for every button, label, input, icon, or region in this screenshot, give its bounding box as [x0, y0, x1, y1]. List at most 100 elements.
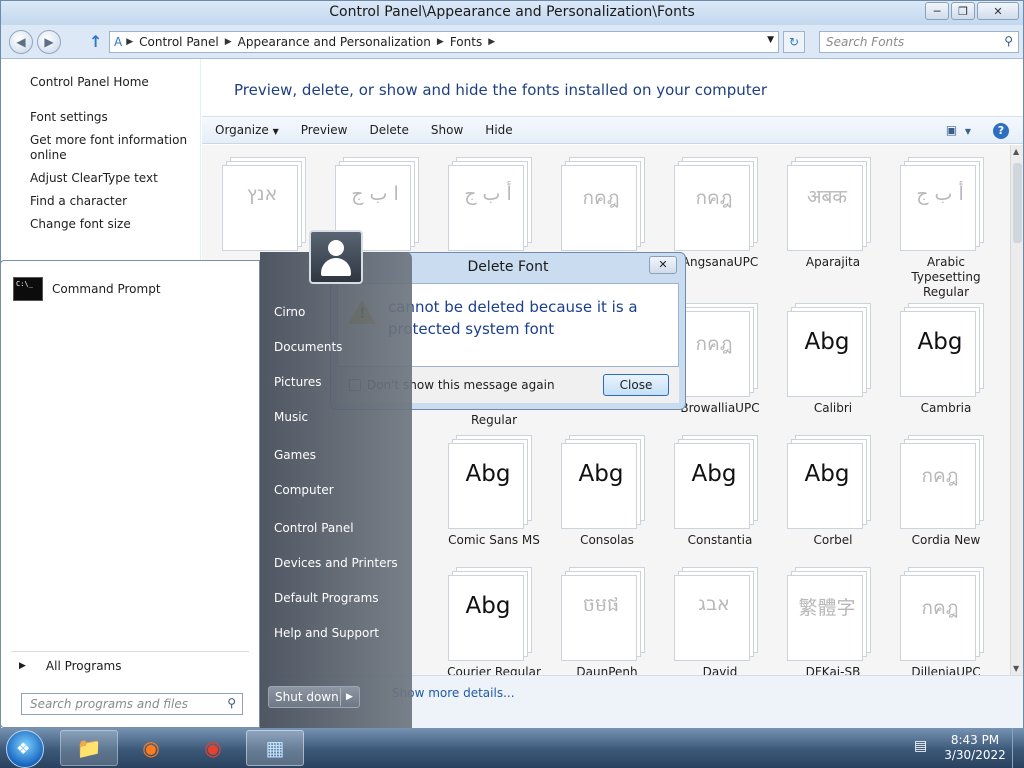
start-item-documents[interactable]: Documents	[274, 340, 342, 354]
breadcrumb[interactable]: A ▶ Control Panel ▶ Appearance and Perso…	[109, 31, 779, 53]
maximize-button[interactable]: ❐	[951, 2, 975, 20]
start-item-pictures[interactable]: Pictures	[274, 375, 322, 389]
font-sample: Abg	[804, 329, 850, 355]
font-tile[interactable]: Abg Calibri	[779, 297, 887, 418]
font-tile[interactable]: أ ب ج	[440, 151, 548, 257]
font-name: Cordia New	[911, 533, 981, 547]
font-file-icon: Abg	[442, 563, 546, 663]
forward-button[interactable]: ▶	[37, 30, 61, 54]
start-item-user[interactable]: Cirno	[274, 305, 305, 319]
up-arrow-icon[interactable]: ↑	[89, 32, 107, 52]
search-icon[interactable]: ⚲	[227, 696, 236, 710]
user-avatar[interactable]	[309, 230, 363, 284]
font-file-icon: Abg	[894, 299, 998, 399]
clock[interactable]: 8:43 PM 3/30/2022	[940, 733, 1010, 763]
font-tile[interactable]: Abg Courier Regular	[440, 561, 548, 675]
control-panel-home-link[interactable]: Control Panel Home	[30, 75, 149, 89]
font-tile[interactable]: Abg Comic Sans MS	[440, 429, 548, 550]
font-file-icon: أ ب ج	[894, 153, 998, 253]
shutdown-options-icon[interactable]: ▶	[340, 688, 358, 706]
font-file-icon: Abg	[555, 431, 659, 531]
font-tile[interactable]: אבג David	[666, 561, 774, 675]
font-tile[interactable]: 繁體字 DFKai-SB Regular	[779, 561, 887, 675]
start-item-default-programs[interactable]: Default Programs	[274, 591, 379, 605]
network-icon[interactable]: ▤	[914, 738, 927, 754]
font-sample: Abg	[465, 593, 511, 619]
view-options-button[interactable]: ▣ ▼	[946, 123, 971, 137]
font-sample: Abg	[804, 461, 850, 487]
windows-logo-icon: ❖	[16, 739, 31, 758]
scroll-down-icon[interactable]: ▼	[1013, 664, 1019, 673]
font-sample: أ ب ج	[916, 183, 964, 205]
scroll-thumb[interactable]	[1013, 163, 1022, 243]
change-font-size-link[interactable]: Change font size	[30, 217, 190, 232]
start-search-input[interactable]: Search programs and files ⚲	[21, 693, 243, 715]
font-tile[interactable]: กคฎ Cordia New	[892, 429, 1000, 550]
chevron-down-icon[interactable]: ▼	[767, 35, 774, 45]
font-sample: กคฎ	[582, 187, 620, 209]
font-file-icon: กคฎ	[555, 153, 659, 253]
font-name: DilleniaUPC	[911, 665, 981, 675]
more-font-info-link[interactable]: Get more font information online	[30, 133, 190, 163]
font-name: Calibri	[813, 401, 853, 415]
taskbar-control-panel[interactable]: ▦	[246, 730, 304, 766]
crumb-control-panel[interactable]: Control Panel	[133, 35, 225, 49]
font-tile[interactable]: Abg Corbel	[779, 429, 887, 550]
font-tile[interactable]: Abg Cambria	[892, 297, 1000, 418]
font-tile[interactable]: Abg Consolas	[553, 429, 661, 550]
font-sample: ا ب ج	[351, 183, 399, 205]
show-desktop-button[interactable]	[1012, 728, 1024, 768]
delete-button[interactable]: Delete	[356, 123, 417, 137]
close-button[interactable]: ✕	[977, 2, 1019, 20]
start-item-games[interactable]: Games	[274, 448, 316, 462]
dialog-close-icon[interactable]: ✕	[649, 256, 677, 274]
font-tile[interactable]: Abg Constantia	[666, 429, 774, 550]
font-settings-link[interactable]: Font settings	[30, 110, 190, 125]
search-input[interactable]: Search Fonts ⚲	[819, 31, 1019, 53]
find-character-link[interactable]: Find a character	[30, 194, 190, 209]
font-name: Comic Sans MS	[448, 533, 540, 547]
all-programs-label: All Programs	[45, 659, 122, 673]
font-tile[interactable]: กคฎ	[553, 151, 661, 257]
font-tile[interactable]: אנץ	[214, 151, 322, 257]
font-name: Cambria	[920, 401, 972, 415]
clock-date: 3/30/2022	[944, 748, 1006, 762]
preview-button[interactable]: Preview	[288, 123, 357, 137]
start-item-computer[interactable]: Computer	[274, 483, 334, 497]
search-icon[interactable]: ⚲	[1004, 34, 1013, 48]
hide-button[interactable]: Hide	[472, 123, 521, 137]
crumb-fonts[interactable]: Fonts	[444, 35, 488, 49]
taskbar-explorer[interactable]: 📁	[60, 730, 118, 766]
start-item-control-panel[interactable]: Control Panel	[274, 521, 354, 535]
chevron-right-icon: ▶	[488, 37, 496, 47]
dialog-close-button[interactable]: Close	[603, 374, 669, 396]
font-tile[interactable]: ចមផ DaunPenh	[553, 561, 661, 675]
cleartype-link[interactable]: Adjust ClearType text	[30, 171, 190, 186]
back-button[interactable]: ◀	[9, 30, 33, 54]
organize-button[interactable]: Organize ▼	[202, 123, 288, 137]
show-button[interactable]: Show	[418, 123, 472, 137]
font-tile[interactable]: กคฎ DilleniaUPC	[892, 561, 1000, 675]
title-bar[interactable]: Control Panel\Appearance and Personaliza…	[1, 1, 1023, 25]
vertical-scrollbar[interactable]: ▲ ▼	[1010, 145, 1023, 675]
font-name: Corbel	[813, 533, 853, 547]
start-item-devices[interactable]: Devices and Printers	[274, 556, 398, 570]
taskbar-chrome[interactable]: ◉	[184, 730, 242, 766]
forward-arrow-icon: ▶	[44, 35, 54, 49]
command-prompt-item[interactable]: C:\_ Command Prompt	[13, 277, 161, 301]
minimize-button[interactable]: ─	[925, 2, 949, 20]
all-programs-button[interactable]: ▶ All Programs	[19, 659, 122, 673]
font-tile[interactable]: अबक Aparajita	[779, 151, 887, 272]
scroll-up-icon[interactable]: ▲	[1013, 147, 1019, 156]
font-tile[interactable]: أ ب ج Arabic Typesetting Regular	[892, 151, 1000, 302]
window-title: Control Panel\Appearance and Personaliza…	[329, 4, 695, 20]
crumb-appearance[interactable]: Appearance and Personalization	[232, 35, 437, 49]
font-file-icon: אבג	[668, 563, 772, 663]
firefox-icon: ◉	[142, 736, 160, 760]
start-button[interactable]: ❖	[6, 730, 44, 768]
refresh-button[interactable]: ↻	[783, 31, 805, 53]
start-item-help[interactable]: Help and Support	[274, 626, 379, 640]
start-item-music[interactable]: Music	[274, 410, 308, 424]
help-icon[interactable]: ?	[993, 123, 1009, 139]
taskbar-firefox[interactable]: ◉	[122, 730, 180, 766]
